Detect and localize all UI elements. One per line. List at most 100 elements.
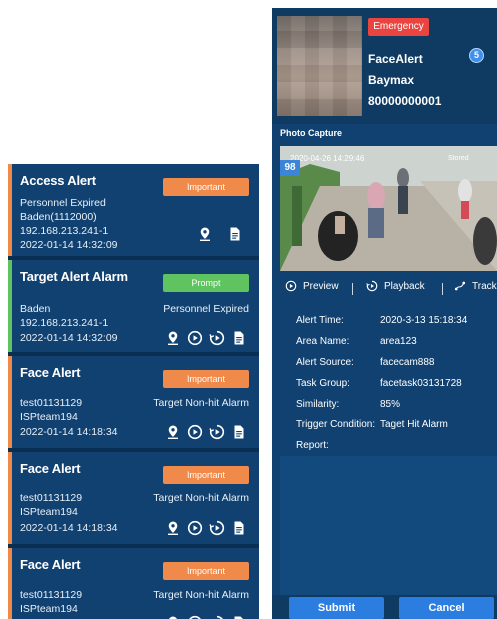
playback-icon xyxy=(366,280,378,292)
document-icon[interactable] xyxy=(231,330,247,346)
alert-time-value: 2020-3-13 15:18:34 xyxy=(380,315,468,326)
document-icon[interactable] xyxy=(227,226,243,242)
alert-card-title: Target Alert Alarm xyxy=(20,269,128,284)
alert-card-target[interactable]: Target Alert Alarm Prompt Baden 192.168.… xyxy=(8,260,259,352)
action-divider xyxy=(352,283,353,295)
alert-card-actions xyxy=(165,615,247,619)
alert-card-actions xyxy=(165,330,247,346)
preview-button[interactable]: Preview xyxy=(285,280,339,292)
alert-card-face[interactable]: Face Alert Important test01131129 ISPtea… xyxy=(8,548,259,619)
alert-card-stripe xyxy=(8,260,12,352)
alert-name: FaceAlert xyxy=(368,52,423,66)
field-label: Report: xyxy=(296,440,329,451)
area-name-value: area123 xyxy=(380,336,417,347)
alert-card-line: Personnel Expired xyxy=(20,197,106,209)
alert-source-value: facecam888 xyxy=(380,357,435,368)
alert-card-title: Face Alert xyxy=(20,557,81,572)
level-badge: Emergency xyxy=(368,18,429,36)
alert-card-line: ISPteam194 xyxy=(20,411,78,423)
action-divider xyxy=(442,283,443,295)
alert-card-reason: Target Non-hit Alarm xyxy=(153,397,249,409)
alert-card-timestamp: 2022-01-14 14:32:09 xyxy=(20,332,118,344)
photo-capture-label: Photo Capture xyxy=(280,128,342,138)
report-textarea[interactable] xyxy=(280,456,497,596)
location-pin-icon[interactable] xyxy=(165,615,181,619)
alert-card-line: Baden xyxy=(20,303,51,315)
task-group-value: facetask03131728 xyxy=(380,378,462,389)
alert-card-line: ISPteam194 xyxy=(20,506,78,518)
alert-card-line: test01131129 xyxy=(20,397,83,409)
preview-label: Preview xyxy=(303,280,339,292)
play-icon[interactable] xyxy=(187,330,203,346)
alert-card-reason: Personnel Expired xyxy=(163,303,249,315)
alert-level-badge: Important xyxy=(163,370,249,388)
face-photo-mosaic xyxy=(277,16,362,116)
alert-card-face[interactable]: Face Alert Important test01131129 ISPtea… xyxy=(8,452,259,544)
field-label: Alert Source: xyxy=(296,357,354,368)
capture-image[interactable]: 2020-04-26 14:29:46 98 Stored xyxy=(280,146,497,271)
alert-card-reason: Target Non-hit Alarm xyxy=(153,492,249,504)
alert-card-line: ISPteam194 xyxy=(20,603,78,615)
alert-card-timestamp: 2022-01-14 14:18:34 xyxy=(20,522,118,534)
alert-card-stripe xyxy=(8,164,12,256)
face-photo xyxy=(277,16,362,116)
alert-card-stripe xyxy=(8,356,12,448)
capture-actions: Preview Playback Track xyxy=(280,280,497,298)
field-label: Alert Time: xyxy=(296,315,344,326)
alert-card-title: Access Alert xyxy=(20,173,96,188)
play-icon[interactable] xyxy=(187,615,203,619)
alert-level-badge: Prompt xyxy=(163,274,249,292)
location-pin-icon[interactable] xyxy=(165,520,181,536)
track-button[interactable]: Track xyxy=(454,280,497,292)
person-name: Baymax xyxy=(368,73,415,87)
document-icon[interactable] xyxy=(231,424,247,440)
play-icon[interactable] xyxy=(187,520,203,536)
person-id: 80000000001 xyxy=(368,94,442,108)
submit-button[interactable]: Submit xyxy=(289,597,384,619)
alert-card-reason: Target Non-hit Alarm xyxy=(153,589,249,601)
track-icon xyxy=(454,281,466,291)
location-pin-icon[interactable] xyxy=(165,330,181,346)
alert-card-timestamp: 2022-01-14 14:32:09 xyxy=(20,239,118,251)
alert-card-stripe xyxy=(8,452,12,544)
location-pin-icon[interactable] xyxy=(197,226,213,242)
alert-count-badge[interactable]: 5 xyxy=(469,48,484,63)
capture-store-label: Stored xyxy=(448,155,469,162)
playback-icon[interactable] xyxy=(209,330,225,346)
alert-card-line: 192.168.213.241-1 xyxy=(20,225,109,237)
playback-icon[interactable] xyxy=(209,615,225,619)
play-circle-icon xyxy=(285,280,297,292)
similarity-value: 85% xyxy=(380,399,401,410)
track-label: Track xyxy=(472,280,497,292)
alert-card-title: Face Alert xyxy=(20,365,81,380)
alert-level-badge: Important xyxy=(163,562,249,580)
alert-detail-panel: Emergency 5 FaceAlert Baymax 80000000001… xyxy=(272,8,497,619)
field-label: Area Name: xyxy=(296,336,350,347)
document-icon[interactable] xyxy=(231,520,247,536)
alert-card-stripe xyxy=(8,548,12,619)
playback-icon[interactable] xyxy=(209,520,225,536)
alert-card-title: Face Alert xyxy=(20,461,81,476)
alert-level-badge: Important xyxy=(163,466,249,484)
field-label: Similarity: xyxy=(296,399,340,410)
alert-card-line: 192.168.213.241-1 xyxy=(20,317,109,329)
location-pin-icon[interactable] xyxy=(165,424,181,440)
alert-list[interactable]: Access Alert Important Personnel Expired… xyxy=(8,164,259,619)
alert-card-actions xyxy=(165,520,247,536)
alert-card-line: Baden(1112000) xyxy=(20,211,97,223)
playback-button[interactable]: Playback xyxy=(366,280,425,292)
alert-card-actions xyxy=(165,424,247,440)
document-icon[interactable] xyxy=(231,615,247,619)
field-label: Task Group: xyxy=(296,378,350,389)
alert-card-actions xyxy=(197,226,243,242)
alert-card-line: test01131129 xyxy=(20,589,83,601)
play-icon[interactable] xyxy=(187,424,203,440)
playback-icon[interactable] xyxy=(209,424,225,440)
alert-card-timestamp: 2022-01-14 14:18:34 xyxy=(20,426,118,438)
alert-card-face[interactable]: Face Alert Important test01131129 ISPtea… xyxy=(8,356,259,448)
playback-label: Playback xyxy=(384,280,425,292)
cancel-button[interactable]: Cancel xyxy=(399,597,494,619)
alert-card-access[interactable]: Access Alert Important Personnel Expired… xyxy=(8,164,259,256)
capture-scene xyxy=(280,146,497,271)
capture-timestamp: 2020-04-26 14:29:46 xyxy=(290,154,365,163)
